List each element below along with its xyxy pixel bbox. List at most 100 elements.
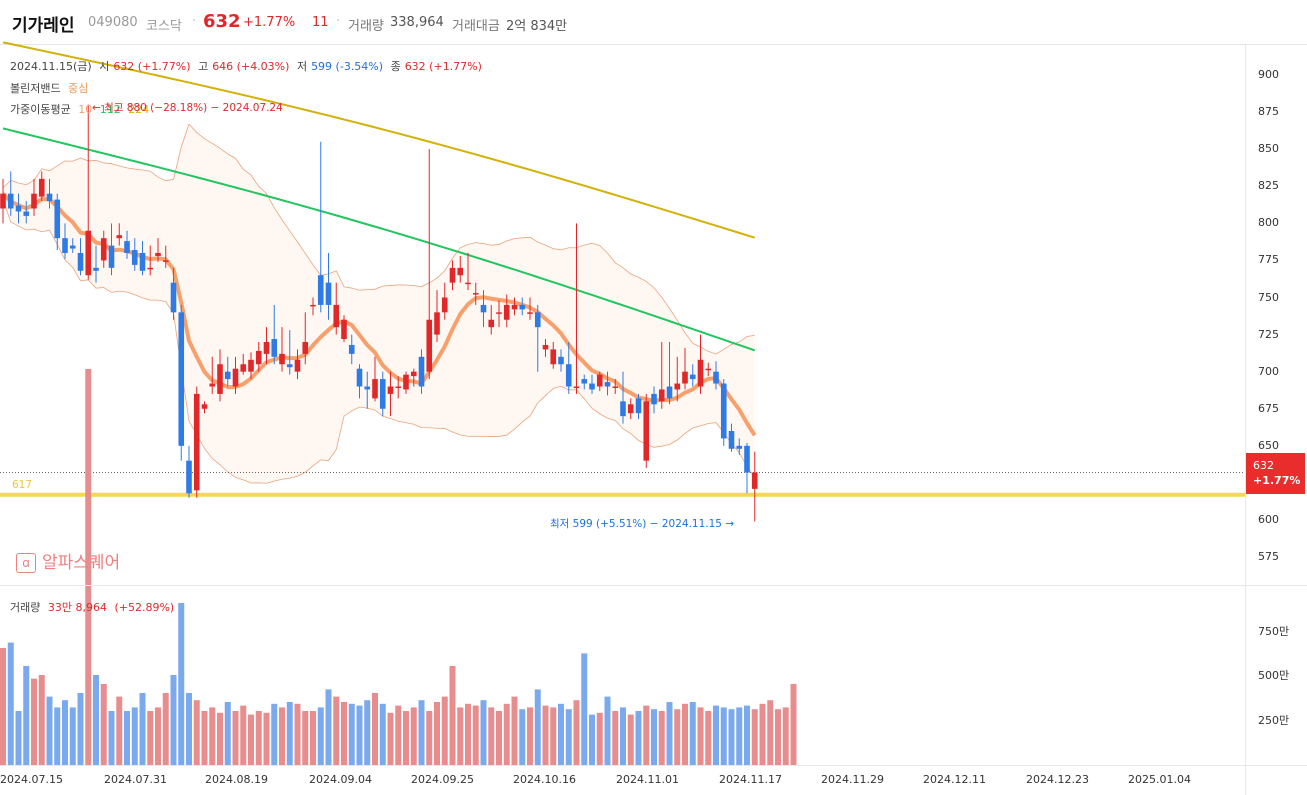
candle-body xyxy=(565,364,572,387)
candle-body xyxy=(333,304,340,328)
volume-bar xyxy=(23,666,30,765)
volume-info-pct: (+52.89%) xyxy=(114,601,175,614)
volume-bar xyxy=(108,711,115,765)
volume-bar xyxy=(263,712,270,765)
volume-bar xyxy=(224,702,231,765)
candle-body xyxy=(697,359,704,387)
volume-bar xyxy=(744,705,750,765)
volume-bar xyxy=(116,696,123,765)
volume-bar xyxy=(201,711,208,765)
volume-bar xyxy=(15,711,22,765)
bollinger-label: 볼린저밴드 xyxy=(10,82,61,95)
candle-body xyxy=(534,312,541,328)
candle-body xyxy=(139,253,146,271)
date-tick-label: 2024.11.01 xyxy=(616,773,679,786)
candle-body xyxy=(116,235,123,239)
candle-body xyxy=(193,393,200,491)
bollinger-info[interactable]: 볼린저밴드 중심 xyxy=(10,80,92,96)
candle-body xyxy=(271,339,278,357)
volume-bar xyxy=(418,700,425,765)
candle-body xyxy=(620,401,626,417)
volume-bar xyxy=(170,675,177,765)
volume-bar xyxy=(472,705,479,765)
volume-bar xyxy=(240,705,247,765)
volume-bar xyxy=(131,707,138,765)
price-tag-pct: +1.77% xyxy=(1253,474,1301,487)
volume-bar xyxy=(449,666,456,765)
candle-body xyxy=(85,230,92,276)
price-tick-label: 725 xyxy=(1258,327,1279,341)
candle-body xyxy=(248,359,254,372)
candle-body xyxy=(186,460,192,494)
date-tick-label: 2024.12.23 xyxy=(1026,773,1089,786)
volume-bar xyxy=(38,675,45,765)
volume-bar xyxy=(46,696,53,765)
price-tag-value: 632 xyxy=(1253,459,1274,472)
date-tick-label: 2024.09.04 xyxy=(309,773,372,786)
candle-body xyxy=(480,304,487,313)
volume-bar xyxy=(31,678,37,765)
candle-body xyxy=(682,371,688,384)
date-tick-label: 2024.10.16 xyxy=(513,773,576,786)
volume-bar xyxy=(279,707,285,765)
volume-bar xyxy=(666,702,673,765)
candle-body xyxy=(364,386,371,390)
price-tick-label: 650 xyxy=(1258,438,1279,452)
volume-bar xyxy=(457,707,464,765)
volume-bar xyxy=(155,707,161,765)
price-tick-label: 700 xyxy=(1258,364,1279,378)
bollinger-fill xyxy=(3,124,755,484)
ma10-label: 10 xyxy=(78,103,93,116)
candle-body xyxy=(224,371,231,380)
volume-bar xyxy=(581,653,588,765)
volume-bar xyxy=(434,702,440,765)
candle-body xyxy=(286,364,293,368)
price-tick-label: 825 xyxy=(1258,179,1279,193)
info-date: 2024.11.15(금) xyxy=(10,60,92,73)
volume-bar xyxy=(511,696,518,765)
candle-body xyxy=(310,304,316,307)
volume-bar xyxy=(333,696,340,765)
volume-bar xyxy=(69,707,76,765)
candle-body xyxy=(108,245,115,268)
candle-body xyxy=(596,374,603,387)
date-tick-label: 2024.09.25 xyxy=(411,773,474,786)
low-label: 저 xyxy=(296,60,308,73)
volume-bar xyxy=(294,703,301,765)
volume-bar xyxy=(395,705,402,765)
volume-bar xyxy=(341,702,347,765)
volume-bar xyxy=(364,700,371,765)
price-tick-label: 775 xyxy=(1258,253,1279,267)
candle-body xyxy=(643,401,650,461)
candle-body xyxy=(426,319,433,372)
candle-body xyxy=(604,382,611,387)
volume-bar xyxy=(759,703,766,765)
candle-body xyxy=(279,353,285,365)
candle-body xyxy=(705,368,712,371)
high-label: 고 xyxy=(198,60,209,73)
volume-bar xyxy=(612,711,619,765)
candle-body xyxy=(54,199,61,239)
volume-bar xyxy=(604,696,611,765)
volume-bar xyxy=(674,709,681,765)
price-chart[interactable] xyxy=(0,0,1307,795)
volume-bar xyxy=(573,700,580,765)
volume-bar xyxy=(139,693,146,765)
candle-body xyxy=(449,267,456,283)
volume-info: 거래량 33만 8,964 (+52.89%) xyxy=(10,599,178,615)
volume-bar xyxy=(193,700,200,765)
candle-body xyxy=(465,282,471,285)
price-tick-label: 850 xyxy=(1258,142,1279,156)
volume-bar xyxy=(426,711,433,765)
candle-body xyxy=(170,282,177,313)
candle-body xyxy=(527,312,533,314)
volume-bar xyxy=(441,696,448,765)
close-value: 632 (+1.77%) xyxy=(404,60,482,73)
candle-body xyxy=(511,304,518,310)
candle-body xyxy=(550,349,557,365)
volume-bar xyxy=(178,603,185,765)
volume-bar xyxy=(124,711,130,765)
bollinger-band xyxy=(2,123,756,484)
volume-bar xyxy=(310,711,316,765)
volume-bar xyxy=(480,700,487,765)
